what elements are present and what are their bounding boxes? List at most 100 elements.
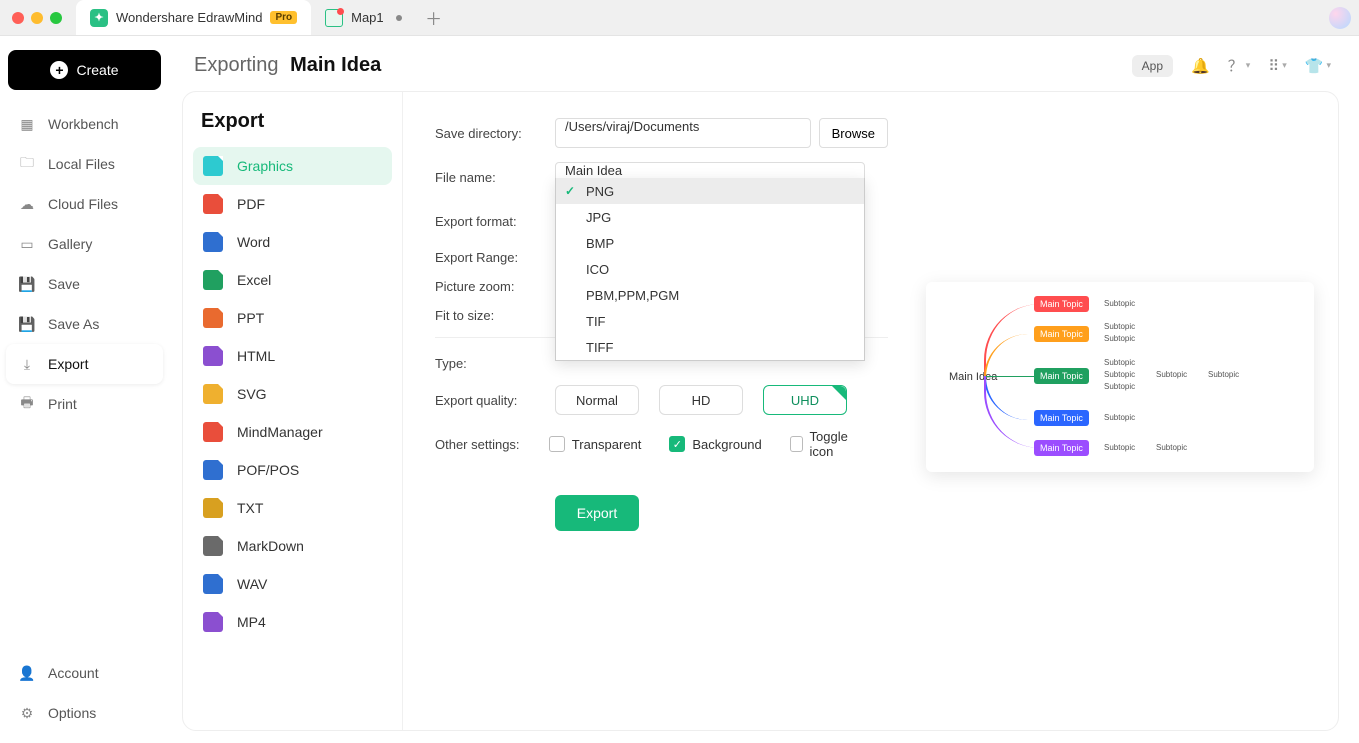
preview-subtopic-node: Subtopic (1104, 334, 1135, 343)
export-type-markdown[interactable]: MarkDown (193, 527, 392, 565)
page-title-prefix: Exporting (194, 54, 279, 76)
nav-label: Account (48, 665, 99, 681)
export-type-pdf[interactable]: PDF (193, 185, 392, 223)
mindmap-preview: Main Idea Main Topic Subtopic Main Topic… (926, 282, 1314, 472)
new-tab-button[interactable]: ＋ (422, 6, 446, 30)
notifications-button[interactable]: 🔔 (1191, 57, 1210, 75)
export-type-list: Export Graphics PDF Word Excel (183, 92, 403, 730)
nav-label: Options (48, 705, 96, 721)
export-type-svg[interactable]: SVG (193, 375, 392, 413)
export-type-label: PPT (237, 310, 264, 326)
minimize-window-button[interactable] (31, 12, 43, 24)
quality-uhd-button[interactable]: UHD (763, 385, 847, 415)
export-range-label: Export Range: (435, 250, 555, 265)
nav-cloud-files[interactable]: ☁ Cloud Files (6, 184, 163, 224)
toggle-icon-checkbox[interactable]: Toggle icon (790, 429, 860, 459)
export-type-word[interactable]: Word (193, 223, 392, 261)
export-type-ppt[interactable]: PPT (193, 299, 392, 337)
nav-workbench[interactable]: ▦ Workbench (6, 104, 163, 144)
export-type-mindmanager[interactable]: MindManager (193, 413, 392, 451)
background-checkbox[interactable]: ✓ Background (669, 429, 761, 459)
file-icon (203, 460, 223, 480)
theme-button[interactable]: 👕▾ (1305, 57, 1331, 75)
format-option-bmp[interactable]: BMP (556, 230, 864, 256)
export-button[interactable]: Export (555, 495, 639, 531)
nav-export[interactable]: ⤓ Export (6, 344, 163, 384)
export-type-excel[interactable]: Excel (193, 261, 392, 299)
format-option-pbm[interactable]: PBM,PPM,PGM (556, 282, 864, 308)
quality-hd-button[interactable]: HD (659, 385, 743, 415)
bell-icon: 🔔 (1191, 57, 1210, 75)
file-icon (203, 194, 223, 214)
save-icon: 💾 (18, 275, 36, 293)
window-titlebar: ✦ Wondershare EdrawMind Pro Map1 ＋ (0, 0, 1359, 36)
export-type-html[interactable]: HTML (193, 337, 392, 375)
nav-options[interactable]: ⚙ Options (6, 693, 163, 733)
help-button[interactable]: ？▾ (1228, 55, 1251, 76)
nav-save[interactable]: 💾 Save (6, 264, 163, 304)
document-icon (325, 9, 343, 27)
export-type-wav[interactable]: WAV (193, 565, 392, 603)
page-title-main: Main Idea (290, 54, 381, 76)
format-option-ico[interactable]: ICO (556, 256, 864, 282)
app-pill-button[interactable]: App (1132, 55, 1173, 77)
file-icon (203, 156, 223, 176)
create-button-label: Create (76, 62, 118, 78)
export-type-txt[interactable]: TXT (193, 489, 392, 527)
nav-label: Export (48, 356, 88, 372)
nav-local-files[interactable]: 🗀 Local Files (6, 144, 163, 184)
export-form: Save directory: /Users/viraj/Documents B… (403, 92, 918, 730)
close-window-button[interactable] (12, 12, 24, 24)
maximize-window-button[interactable] (50, 12, 62, 24)
checkbox-icon (549, 436, 565, 452)
nav-label: Cloud Files (48, 196, 118, 212)
preview-topic-node: Main Topic (1034, 368, 1089, 384)
export-type-label: SVG (237, 386, 267, 402)
nav-label: Save As (48, 316, 99, 332)
browse-button[interactable]: Browse (819, 118, 888, 148)
document-tab-label: Map1 (351, 10, 384, 25)
document-tab[interactable]: Map1 (311, 0, 416, 35)
format-option-tif[interactable]: TIF (556, 308, 864, 334)
account-icon: 👤 (18, 664, 36, 682)
format-option-png[interactable]: PNG (556, 178, 864, 204)
nav-print[interactable]: 🖶 Print (6, 384, 163, 424)
export-type-pofpos[interactable]: POF/POS (193, 451, 392, 489)
nav-save-as[interactable]: 💾 Save As (6, 304, 163, 344)
file-icon (203, 574, 223, 594)
quality-group: Normal HD UHD (555, 385, 847, 415)
nav-label: Print (48, 396, 77, 412)
chevron-down-icon: ▾ (1282, 60, 1287, 71)
file-icon (203, 384, 223, 404)
export-format-dropdown: PNG JPG BMP ICO PBM,PPM,PGM TIF TIFF (555, 178, 865, 361)
checkbox-icon: ✓ (669, 436, 685, 452)
shirt-icon: 👕 (1305, 57, 1324, 75)
file-icon (203, 422, 223, 442)
preview-subtopic-node: Subtopic (1156, 370, 1187, 379)
export-type-label: Excel (237, 272, 271, 288)
app-tab[interactable]: ✦ Wondershare EdrawMind Pro (76, 0, 311, 35)
user-avatar[interactable] (1329, 7, 1351, 29)
format-option-jpg[interactable]: JPG (556, 204, 864, 230)
format-option-tiff[interactable]: TIFF (556, 334, 864, 360)
preview-subtopic-node: Subtopic (1208, 370, 1239, 379)
export-panel: Export Graphics PDF Word Excel (182, 91, 1339, 731)
preview-topic-node: Main Topic (1034, 296, 1089, 312)
nav-account[interactable]: 👤 Account (6, 653, 163, 693)
file-icon (203, 308, 223, 328)
preview-subtopic-node: Subtopic (1104, 370, 1135, 379)
quality-normal-button[interactable]: Normal (555, 385, 639, 415)
export-type-graphics[interactable]: Graphics (193, 147, 392, 185)
save-as-icon: 💾 (18, 315, 36, 333)
traffic-lights (12, 12, 62, 24)
preview-subtopic-node: Subtopic (1104, 382, 1135, 391)
create-button[interactable]: + Create (8, 50, 161, 90)
file-icon (203, 612, 223, 632)
export-type-label: MP4 (237, 614, 266, 630)
grid-icon: ⠿ (1268, 57, 1279, 75)
nav-gallery[interactable]: ▭ Gallery (6, 224, 163, 264)
transparent-checkbox[interactable]: Transparent (549, 429, 642, 459)
save-directory-input[interactable]: /Users/viraj/Documents (555, 118, 811, 148)
apps-menu-button[interactable]: ⠿▾ (1268, 57, 1287, 75)
export-type-mp4[interactable]: MP4 (193, 603, 392, 641)
